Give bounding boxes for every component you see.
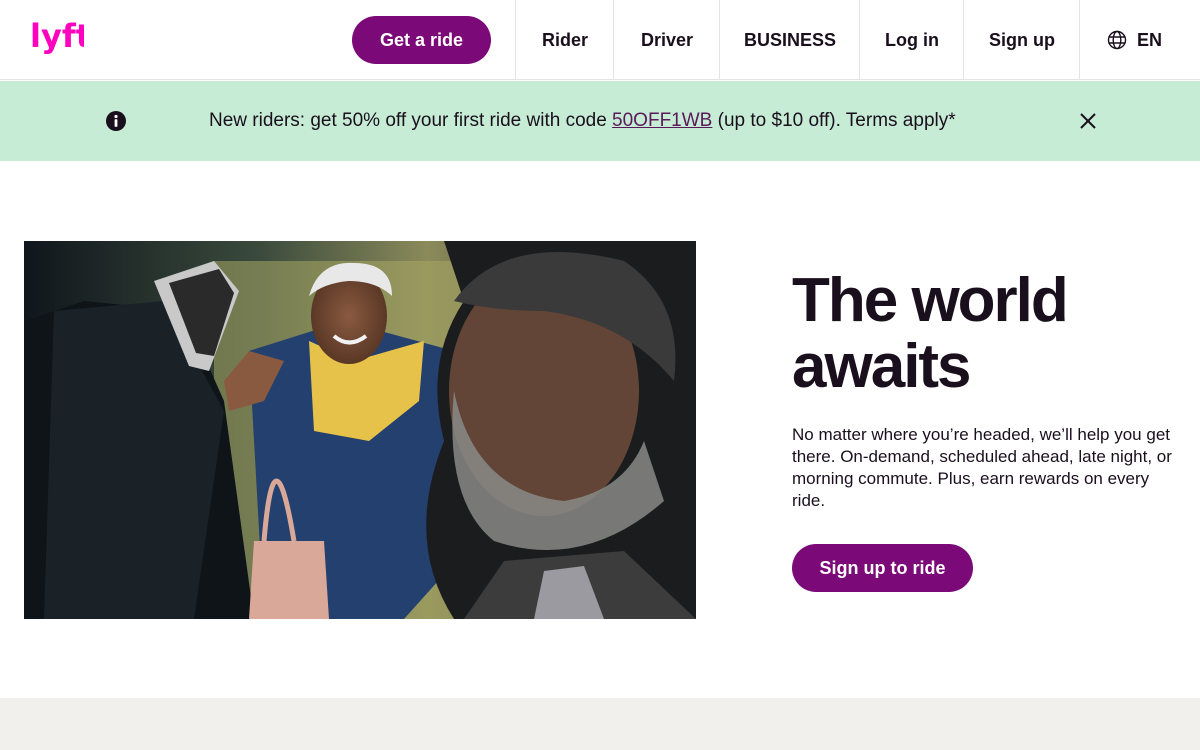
close-icon[interactable] — [1078, 111, 1098, 131]
next-section-band — [0, 698, 1200, 750]
nav-driver[interactable]: Driver — [613, 0, 720, 80]
hero-title: The world awaits — [792, 266, 1069, 401]
promo-message: New riders: get 50% off your first ride … — [209, 81, 956, 161]
promo-text-before: New riders: get 50% off your first ride … — [209, 110, 613, 131]
nav-log-in[interactable]: Log in — [859, 0, 964, 80]
hero-photo-illustration — [24, 241, 696, 619]
language-label: EN — [1137, 30, 1163, 50]
svg-text:lyft: lyft — [30, 20, 84, 55]
promo-code-link[interactable]: 50OFF1WB — [612, 110, 712, 131]
get-a-ride-button[interactable]: Get a ride — [352, 16, 491, 64]
hero-photo — [24, 241, 696, 619]
language-selector[interactable]: EN — [1079, 0, 1200, 80]
sign-up-to-ride-button[interactable]: Sign up to ride — [792, 544, 973, 592]
globe-icon — [1107, 30, 1127, 50]
nav-rider[interactable]: Rider — [515, 0, 614, 80]
nav-sign-up[interactable]: Sign up — [963, 0, 1080, 80]
nav-business[interactable]: BUSINESS — [719, 0, 860, 80]
site-header: lyft Get a ride Rider Driver BUSINESS Lo… — [0, 0, 1200, 80]
promo-banner: New riders: get 50% off your first ride … — [0, 81, 1200, 161]
lyft-logo[interactable]: lyft — [30, 20, 84, 58]
promo-text-after: (up to $10 off). Terms apply* — [712, 110, 956, 131]
hero-description: No matter where you’re headed, we’ll hel… — [792, 425, 1172, 510]
info-icon — [106, 111, 126, 131]
